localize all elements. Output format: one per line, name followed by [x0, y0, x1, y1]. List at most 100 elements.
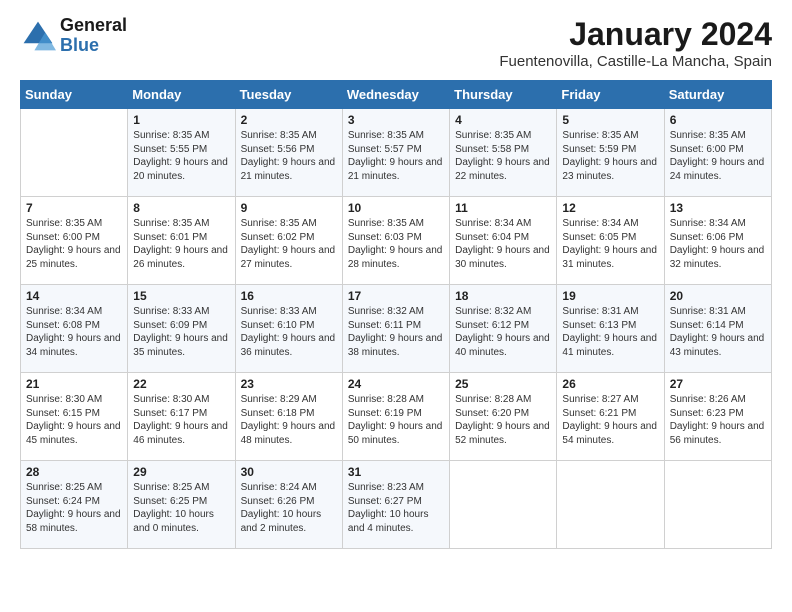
- cell-info: Sunrise: 8:28 AMSunset: 6:19 PMDaylight:…: [348, 393, 444, 447]
- header-day-saturday: Saturday: [664, 81, 771, 109]
- cell-info: Sunrise: 8:35 AMSunset: 5:59 PMDaylight:…: [562, 129, 658, 183]
- day-number: 18: [455, 289, 551, 303]
- day-number: 13: [670, 201, 766, 215]
- cell-info: Sunrise: 8:35 AMSunset: 5:56 PMDaylight:…: [241, 129, 337, 183]
- calendar-cell: 23 Sunrise: 8:29 AMSunset: 6:18 PMDayligh…: [235, 373, 342, 461]
- header-day-wednesday: Wednesday: [342, 81, 449, 109]
- calendar-cell: 10 Sunrise: 8:35 AMSunset: 6:03 PMDayligh…: [342, 197, 449, 285]
- calendar-cell: 17 Sunrise: 8:32 AMSunset: 6:11 PMDayligh…: [342, 285, 449, 373]
- cell-info: Sunrise: 8:29 AMSunset: 6:18 PMDaylight:…: [241, 393, 337, 447]
- day-number: 7: [26, 201, 122, 215]
- day-number: 19: [562, 289, 658, 303]
- cell-info: Sunrise: 8:31 AMSunset: 6:13 PMDaylight:…: [562, 305, 658, 359]
- cell-info: Sunrise: 8:35 AMSunset: 6:00 PMDaylight:…: [26, 217, 122, 271]
- header-row: SundayMondayTuesdayWednesdayThursdayFrid…: [21, 81, 772, 109]
- calendar-cell: [557, 461, 664, 549]
- cell-info: Sunrise: 8:33 AMSunset: 6:09 PMDaylight:…: [133, 305, 229, 359]
- cell-info: Sunrise: 8:26 AMSunset: 6:23 PMDaylight:…: [670, 393, 766, 447]
- header-day-sunday: Sunday: [21, 81, 128, 109]
- calendar-cell: 8 Sunrise: 8:35 AMSunset: 6:01 PMDaylight…: [128, 197, 235, 285]
- week-row-4: 21Sunrise: 8:30 AMSunset: 6:15 PMDayligh…: [21, 373, 772, 461]
- calendar-header: SundayMondayTuesdayWednesdayThursdayFrid…: [21, 81, 772, 109]
- day-number: 8: [133, 201, 229, 215]
- cell-info: Sunrise: 8:30 AMSunset: 6:17 PMDaylight:…: [133, 393, 229, 447]
- calendar-cell: 24 Sunrise: 8:28 AMSunset: 6:19 PMDayligh…: [342, 373, 449, 461]
- title-block: January 2024 Fuentenovilla, Castille-La …: [499, 16, 772, 70]
- cell-info: Sunrise: 8:35 AMSunset: 6:03 PMDaylight:…: [348, 217, 444, 271]
- calendar-cell: 7 Sunrise: 8:35 AMSunset: 6:00 PMDaylight…: [21, 197, 128, 285]
- calendar-cell: 6Sunrise: 8:35 AMSunset: 6:00 PMDaylight…: [664, 109, 771, 197]
- calendar-cell: [450, 461, 557, 549]
- day-number: 23: [241, 377, 337, 391]
- day-number: 26: [562, 377, 658, 391]
- calendar-cell: 5Sunrise: 8:35 AMSunset: 5:59 PMDaylight…: [557, 109, 664, 197]
- calendar-cell: 11 Sunrise: 8:34 AMSunset: 6:04 PMDayligh…: [450, 197, 557, 285]
- cell-info: Sunrise: 8:33 AMSunset: 6:10 PMDaylight:…: [241, 305, 337, 359]
- calendar-cell: 29 Sunrise: 8:25 AMSunset: 6:25 PMDayligh…: [128, 461, 235, 549]
- week-row-5: 28 Sunrise: 8:25 AMSunset: 6:24 PMDayligh…: [21, 461, 772, 549]
- day-number: 17: [348, 289, 444, 303]
- day-number: 11: [455, 201, 551, 215]
- header-day-tuesday: Tuesday: [235, 81, 342, 109]
- calendar-body: 1 Sunrise: 8:35 AMSunset: 5:55 PMDaylight…: [21, 109, 772, 549]
- week-row-1: 1 Sunrise: 8:35 AMSunset: 5:55 PMDaylight…: [21, 109, 772, 197]
- day-number: 10: [348, 201, 444, 215]
- calendar-cell: 3 Sunrise: 8:35 AMSunset: 5:57 PMDaylight…: [342, 109, 449, 197]
- day-number: 28: [26, 465, 122, 479]
- day-number: 3: [348, 113, 444, 127]
- cell-info: Sunrise: 8:34 AMSunset: 6:05 PMDaylight:…: [562, 217, 658, 271]
- cell-info: Sunrise: 8:27 AMSunset: 6:21 PMDaylight:…: [562, 393, 658, 447]
- cell-info: Sunrise: 8:35 AMSunset: 6:02 PMDaylight:…: [241, 217, 337, 271]
- calendar-cell: 22Sunrise: 8:30 AMSunset: 6:17 PMDayligh…: [128, 373, 235, 461]
- calendar-cell: 16 Sunrise: 8:33 AMSunset: 6:10 PMDayligh…: [235, 285, 342, 373]
- cell-info: Sunrise: 8:28 AMSunset: 6:20 PMDaylight:…: [455, 393, 551, 447]
- cell-info: Sunrise: 8:32 AMSunset: 6:11 PMDaylight:…: [348, 305, 444, 359]
- cell-info: Sunrise: 8:25 AMSunset: 6:25 PMDaylight:…: [133, 481, 229, 535]
- calendar-cell: 2 Sunrise: 8:35 AMSunset: 5:56 PMDaylight…: [235, 109, 342, 197]
- cell-info: Sunrise: 8:30 AMSunset: 6:15 PMDaylight:…: [26, 393, 122, 447]
- cell-info: Sunrise: 8:23 AMSunset: 6:27 PMDaylight:…: [348, 481, 444, 535]
- day-number: 2: [241, 113, 337, 127]
- day-number: 12: [562, 201, 658, 215]
- day-number: 6: [670, 113, 766, 127]
- cell-info: Sunrise: 8:34 AMSunset: 6:04 PMDaylight:…: [455, 217, 551, 271]
- cell-info: Sunrise: 8:34 AMSunset: 6:08 PMDaylight:…: [26, 305, 122, 359]
- calendar-cell: 26 Sunrise: 8:27 AMSunset: 6:21 PMDayligh…: [557, 373, 664, 461]
- cell-info: Sunrise: 8:35 AMSunset: 6:01 PMDaylight:…: [133, 217, 229, 271]
- day-number: 31: [348, 465, 444, 479]
- cell-info: Sunrise: 8:34 AMSunset: 6:06 PMDaylight:…: [670, 217, 766, 271]
- cell-info: Sunrise: 8:35 AMSunset: 5:57 PMDaylight:…: [348, 129, 444, 183]
- calendar-cell: [664, 461, 771, 549]
- page-header: General Blue January 2024 Fuentenovilla,…: [20, 16, 772, 70]
- cell-info: Sunrise: 8:35 AMSunset: 5:55 PMDaylight:…: [133, 129, 229, 183]
- logo-text: General Blue: [60, 16, 127, 56]
- day-number: 9: [241, 201, 337, 215]
- calendar-cell: 1 Sunrise: 8:35 AMSunset: 5:55 PMDaylight…: [128, 109, 235, 197]
- calendar-cell: 9 Sunrise: 8:35 AMSunset: 6:02 PMDaylight…: [235, 197, 342, 285]
- day-number: 20: [670, 289, 766, 303]
- calendar-cell: 27 Sunrise: 8:26 AMSunset: 6:23 PMDayligh…: [664, 373, 771, 461]
- cell-info: Sunrise: 8:25 AMSunset: 6:24 PMDaylight:…: [26, 481, 122, 535]
- calendar-cell: 4Sunrise: 8:35 AMSunset: 5:58 PMDaylight…: [450, 109, 557, 197]
- month-title: January 2024: [499, 16, 772, 53]
- calendar-cell: 19 Sunrise: 8:31 AMSunset: 6:13 PMDayligh…: [557, 285, 664, 373]
- day-number: 24: [348, 377, 444, 391]
- day-number: 27: [670, 377, 766, 391]
- calendar-cell: 13 Sunrise: 8:34 AMSunset: 6:06 PMDayligh…: [664, 197, 771, 285]
- week-row-2: 7 Sunrise: 8:35 AMSunset: 6:00 PMDaylight…: [21, 197, 772, 285]
- day-number: 4: [455, 113, 551, 127]
- calendar-cell: 31 Sunrise: 8:23 AMSunset: 6:27 PMDayligh…: [342, 461, 449, 549]
- calendar-cell: 14Sunrise: 8:34 AMSunset: 6:08 PMDayligh…: [21, 285, 128, 373]
- cell-info: Sunrise: 8:32 AMSunset: 6:12 PMDaylight:…: [455, 305, 551, 359]
- header-day-friday: Friday: [557, 81, 664, 109]
- calendar-cell: 15Sunrise: 8:33 AMSunset: 6:09 PMDayligh…: [128, 285, 235, 373]
- day-number: 29: [133, 465, 229, 479]
- calendar-cell: 12 Sunrise: 8:34 AMSunset: 6:05 PMDayligh…: [557, 197, 664, 285]
- calendar-cell: 18 Sunrise: 8:32 AMSunset: 6:12 PMDayligh…: [450, 285, 557, 373]
- calendar-cell: 25 Sunrise: 8:28 AMSunset: 6:20 PMDayligh…: [450, 373, 557, 461]
- calendar-cell: 28 Sunrise: 8:25 AMSunset: 6:24 PMDayligh…: [21, 461, 128, 549]
- day-number: 25: [455, 377, 551, 391]
- logo-icon: [20, 18, 56, 54]
- day-number: 16: [241, 289, 337, 303]
- day-number: 1: [133, 113, 229, 127]
